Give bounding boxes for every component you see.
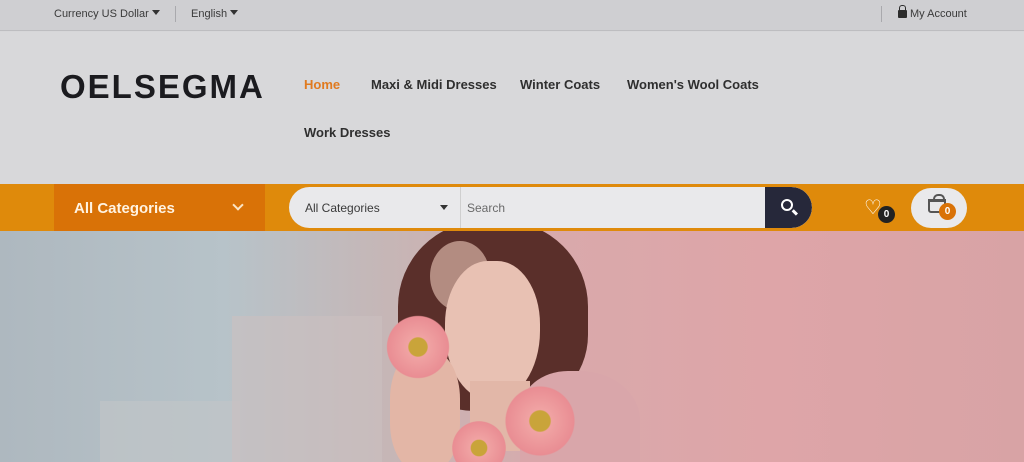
divider xyxy=(881,6,882,22)
all-categories-button[interactable]: All Categories xyxy=(54,184,265,231)
currency-label: Currency US Dollar xyxy=(54,8,149,20)
search-icon xyxy=(781,199,793,211)
search-category-select[interactable]: All Categories xyxy=(289,187,461,228)
all-categories-label: All Categories xyxy=(74,200,175,217)
nav-maxi-midi-dresses[interactable]: Maxi & Midi Dresses xyxy=(371,77,497,92)
language-selector[interactable]: English xyxy=(191,8,239,20)
flower-image xyxy=(500,381,580,461)
cart-button[interactable]: 0 xyxy=(911,188,967,228)
flower-image xyxy=(382,311,454,383)
nav-work-dresses[interactable]: Work Dresses xyxy=(304,125,390,140)
search-category-value: All Categories xyxy=(305,201,380,215)
wishlist-count-badge: 0 xyxy=(878,206,895,223)
caret-down-icon xyxy=(230,10,239,15)
caret-down-icon xyxy=(440,205,448,210)
search-bar: All Categories xyxy=(289,187,812,228)
cart-count-badge: 0 xyxy=(939,203,956,220)
chevron-down-icon xyxy=(232,199,244,211)
nav-winter-coats[interactable]: Winter Coats xyxy=(520,77,600,92)
my-account-label: My Account xyxy=(910,8,967,20)
search-input[interactable] xyxy=(467,187,747,228)
top-bar: Currency US Dollar English My Account xyxy=(0,0,1024,31)
nav-home[interactable]: Home xyxy=(304,77,340,92)
language-label: English xyxy=(191,8,228,20)
search-button[interactable] xyxy=(765,187,812,228)
site-logo[interactable]: OELSEGMA xyxy=(60,68,265,106)
hero-model-face xyxy=(445,261,540,401)
hero-banner[interactable] xyxy=(0,231,1024,462)
wishlist-button[interactable]: ♡ 0 xyxy=(862,196,896,226)
site-header: OELSEGMA Home Maxi & Midi Dresses Winter… xyxy=(0,32,1024,184)
divider xyxy=(175,6,176,22)
caret-down-icon xyxy=(151,10,160,15)
currency-selector[interactable]: Currency US Dollar xyxy=(54,8,160,20)
lock-icon xyxy=(898,5,907,18)
nav-womens-wool-coats[interactable]: Women's Wool Coats xyxy=(627,77,759,92)
my-account-link[interactable]: My Account xyxy=(898,5,967,20)
